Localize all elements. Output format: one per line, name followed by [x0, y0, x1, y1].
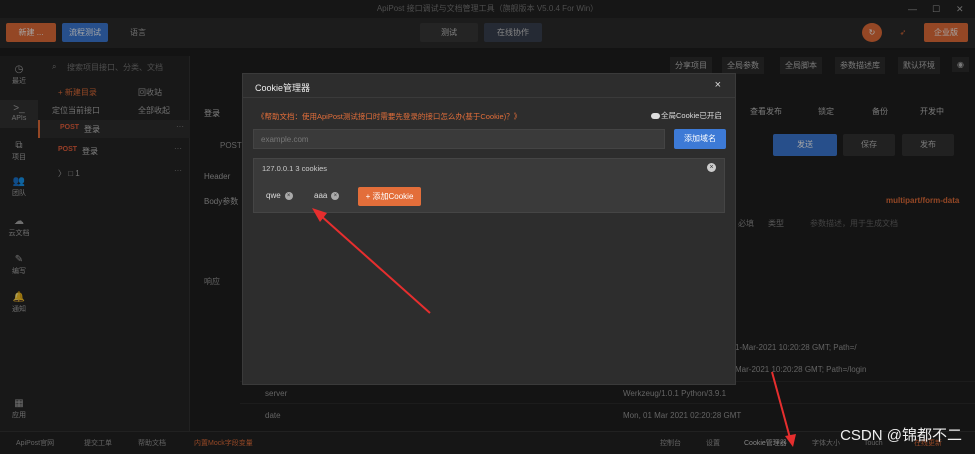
cookie-list: qwe × aaa × + 添加Cookie — [252, 157, 724, 212]
add-domain-button[interactable]: 添加域名 — [674, 129, 726, 149]
cookie-manager-dialog: Cookie管理器 × 《帮助文档：使用ApiPost测试接口时需要先登录的接口… — [242, 73, 736, 385]
dialog-header: Cookie管理器 × — [243, 74, 735, 98]
watermark: CSDN @锦都不二 — [840, 427, 962, 444]
cookie-name: aaa — [314, 191, 328, 200]
cookie-name: qwe — [266, 191, 281, 200]
global-cookie-toggle[interactable]: 全局Cookie已开启 — [651, 110, 722, 121]
remove-cookie-icon[interactable]: × — [331, 191, 340, 200]
remove-cookie-icon[interactable]: × — [284, 191, 293, 200]
domain-input[interactable] — [253, 129, 665, 149]
cookie-chip[interactable]: qwe × — [266, 191, 293, 200]
help-doc-link[interactable]: 《帮助文档：使用ApiPost测试接口时需要先登录的接口怎么办(基于Cookie… — [257, 111, 521, 122]
cookie-chip[interactable]: aaa × — [314, 191, 340, 200]
dialog-title: Cookie管理器 — [255, 83, 311, 93]
toggle-icon — [651, 113, 660, 120]
add-cookie-button[interactable]: + 添加Cookie — [358, 187, 421, 206]
close-icon[interactable]: × — [715, 79, 721, 91]
toggle-label: 全局Cookie已开启 — [661, 111, 722, 120]
